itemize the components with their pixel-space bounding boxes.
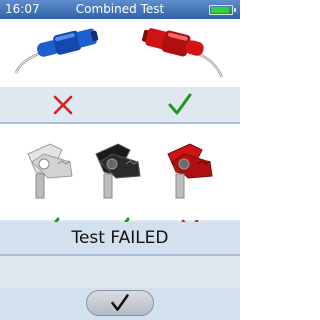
empty-row (0, 256, 240, 288)
checkmark-icon (111, 294, 129, 311)
title-bar: 16:07 Combined Test (0, 0, 240, 19)
clip-panel (0, 124, 240, 210)
screen-title: Combined Test (75, 2, 165, 16)
test-status-text: Test FAILED (71, 228, 169, 248)
fail-cross-icon (53, 95, 73, 115)
pass-check-icon (168, 93, 192, 115)
black-clip-icon (95, 143, 141, 199)
white-clip-icon (27, 143, 73, 199)
red-probe-icon (142, 28, 224, 78)
battery-icon (209, 5, 236, 15)
device-screen: 16:07 Combined Test Test FAILED (0, 0, 240, 320)
confirm-button[interactable] (86, 290, 154, 316)
red-clip-icon (167, 143, 213, 199)
probe-result-row (0, 87, 240, 122)
blue-probe-icon (14, 28, 99, 74)
probe-panel (0, 19, 240, 87)
